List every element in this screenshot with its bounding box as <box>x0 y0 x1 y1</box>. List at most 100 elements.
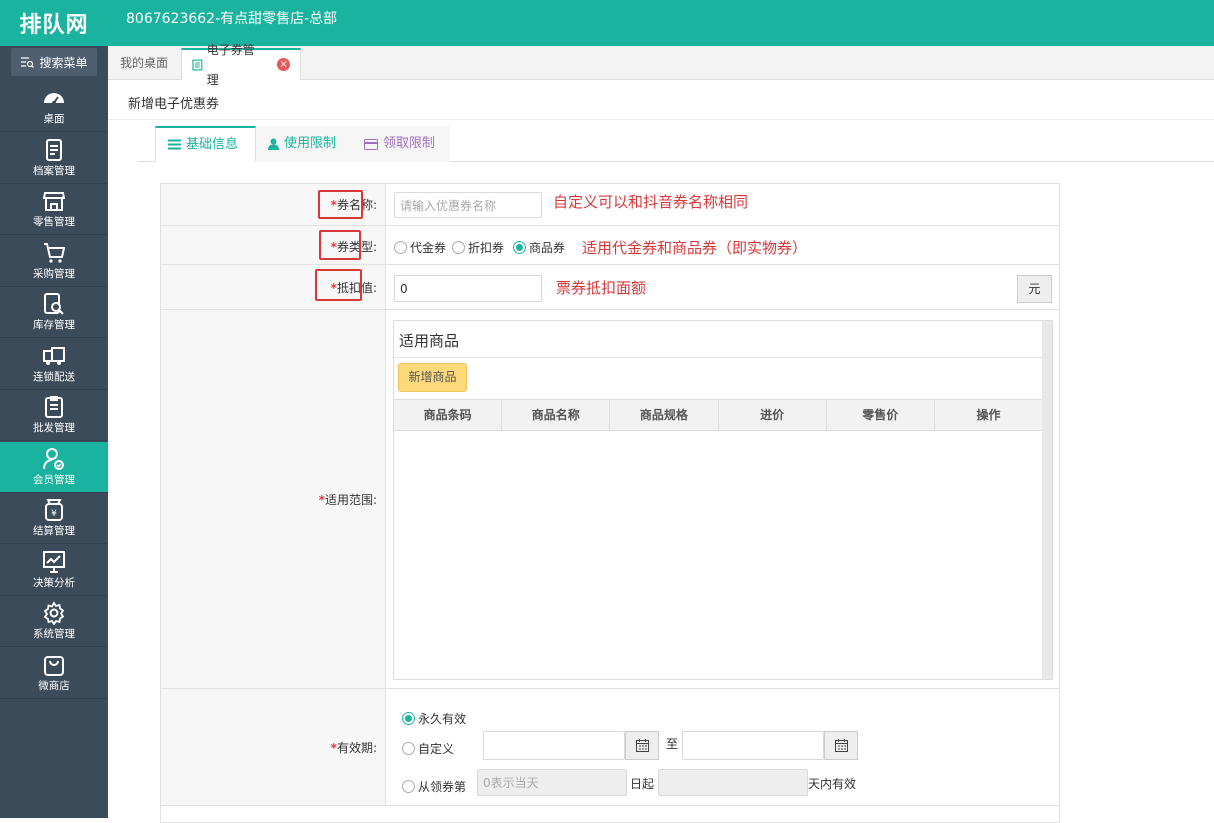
annotation-name: 自定义可以和抖音券名称相同 <box>553 193 749 211</box>
sidebar-item-truck[interactable]: 连锁配送 <box>0 339 108 390</box>
deduct-input[interactable]: 0 <box>394 275 542 302</box>
logo: 排队网 <box>19 13 89 38</box>
radio-circle <box>452 241 465 254</box>
receive-day-input[interactable]: 0表示当天 <box>477 769 627 796</box>
sidebar-item-cart[interactable]: 采购管理 <box>0 236 108 287</box>
sidebar-item-yen[interactable]: ¥ 结算管理 <box>0 493 108 544</box>
form-row-name: *券名称: 请输入优惠券名称 自定义可以和抖音券名称相同 <box>161 184 1059 226</box>
search-menu-button[interactable]: 搜索菜单 <box>11 48 97 76</box>
col-name[interactable]: 商品名称 <box>502 400 611 430</box>
col-action[interactable]: 操作 <box>935 400 1042 430</box>
clipboard-icon <box>42 395 66 419</box>
tab-coupon-label: 电子券管理 <box>206 42 255 87</box>
user-icon <box>268 138 279 150</box>
tab-my-desktop[interactable]: 我的桌面 <box>108 48 180 80</box>
subtab-basic-label: 基础信息 <box>186 136 239 152</box>
col-barcode[interactable]: 商品条码 <box>394 400 503 430</box>
sidebar-item-label: 采购管理 <box>33 267 75 280</box>
tab-bar: 我的桌面 电子券管理 × <box>108 43 1214 87</box>
menu-search-icon <box>21 57 35 68</box>
member-icon <box>42 447 66 471</box>
start-date-input[interactable] <box>483 731 625 760</box>
form-subtabs: 基础信息 使用限制 领取限制 <box>138 126 1214 162</box>
form-row-validity: *有效期: 永久有效 自定义 至 从领券第 0表示当天 日起 天内有效 <box>161 689 1059 806</box>
radio-voucher[interactable]: 代金券 <box>394 239 446 256</box>
card-icon <box>364 138 378 150</box>
end-date-input[interactable] <box>682 731 824 760</box>
cart-icon <box>42 241 66 265</box>
sidebar-item-label: 会员管理 <box>33 473 75 486</box>
form-row-deduct: *抵扣值: 0 票券抵扣面额 元 <box>161 265 1059 310</box>
store-icon <box>42 189 66 213</box>
radio-permanent[interactable]: 永久有效 <box>402 710 466 727</box>
inventory-search-icon <box>42 292 66 316</box>
radio-discount[interactable]: 折扣券 <box>452 239 504 256</box>
sidebar-item-store[interactable]: 零售管理 <box>0 184 108 235</box>
sidebar-item-inventory-search[interactable]: 库存管理 <box>0 287 108 338</box>
divider <box>394 357 1042 358</box>
radio-circle <box>402 712 415 725</box>
sidebar-item-label: 档案管理 <box>33 164 75 177</box>
sidebar-item-bag[interactable]: 微商店 <box>0 648 108 699</box>
sidebar-item-dashboard[interactable]: 桌面 <box>0 81 108 132</box>
sidebar-item-archive[interactable]: 档案管理 <box>0 133 108 184</box>
sidebar-item-gear[interactable]: 系统管理 <box>0 596 108 647</box>
sidebar-item-label: 结算管理 <box>33 525 75 537</box>
valid-days-input[interactable] <box>658 769 808 796</box>
col-retail[interactable]: 零售价 <box>827 400 935 430</box>
radio-from-receive[interactable]: 从领券第 <box>402 778 466 795</box>
label-cell: *有效期: <box>161 689 386 805</box>
chart-icon <box>42 550 66 574</box>
coupon-name-input[interactable]: 请输入优惠券名称 <box>394 192 542 218</box>
scope-label: *适用范围: <box>318 493 377 507</box>
tab-coupon-management[interactable]: 电子券管理 × <box>181 43 301 87</box>
sidebar-item-chart[interactable]: 决策分析 <box>0 545 108 596</box>
scrollbar[interactable] <box>1042 321 1052 679</box>
document-icon <box>192 59 203 70</box>
dashboard-icon <box>42 86 66 110</box>
radio-custom[interactable]: 自定义 <box>402 740 454 757</box>
highlight-box <box>318 190 363 219</box>
sidebar-item-member[interactable]: 会员管理 <box>0 441 108 493</box>
calendar-button-end[interactable] <box>824 731 858 760</box>
calendar-icon <box>834 739 848 752</box>
truck-icon <box>42 344 66 368</box>
sidebar-item-clipboard[interactable]: 批发管理 <box>0 390 108 441</box>
subtab-usage-label: 使用限制 <box>284 136 337 151</box>
sidebar-item-label: 决策分析 <box>33 576 75 589</box>
annotation-deduct: 票券抵扣面额 <box>556 279 647 297</box>
radio-goods-label: 商品券 <box>529 241 566 255</box>
col-spec[interactable]: 商品规格 <box>610 400 719 430</box>
validity-label: *有效期: <box>330 741 377 755</box>
radio-circle <box>402 742 415 755</box>
sidebar-item-label: 批发管理 <box>33 422 75 434</box>
radio-discount-label: 折扣券 <box>468 241 505 255</box>
subtab-receive-limit[interactable]: 领取限制 <box>352 126 450 162</box>
subtab-basic-info[interactable]: 基础信息 <box>155 126 256 162</box>
sidebar-item-label: 库存管理 <box>33 319 75 331</box>
sidebar-item-label: 连锁配送 <box>33 370 75 383</box>
bag-icon <box>42 653 66 677</box>
calendar-button-start[interactable] <box>625 731 659 760</box>
radio-circle <box>394 241 407 254</box>
archive-icon <box>42 138 66 162</box>
radio-goods[interactable]: 商品券 <box>513 239 565 256</box>
sidebar: 搜索菜单 桌面档案管理零售管理采购管理库存管理连锁配送批发管理会员管理 ¥ 结算管理… <box>0 46 108 818</box>
search-menu-label: 搜索菜单 <box>39 55 88 70</box>
gear-icon <box>42 601 66 626</box>
annotation-type: 适用代金券和商品券（即实物券） <box>582 239 808 257</box>
day-from-label: 日起 <box>630 777 655 791</box>
close-icon[interactable]: × <box>277 58 290 71</box>
highlight-box <box>319 230 361 260</box>
col-cost[interactable]: 进价 <box>719 400 827 430</box>
sidebar-item-label: 零售管理 <box>33 216 75 228</box>
label-cell: *适用范围: <box>161 310 386 688</box>
page-title: 新增电子优惠券 <box>128 97 220 112</box>
add-goods-button[interactable]: 新增商品 <box>398 363 467 392</box>
form-row-scope: *适用范围: 适用商品 新增商品 商品条码 商品名称 商品规格 进价 零售价 操… <box>161 310 1059 689</box>
svg-text:¥: ¥ <box>51 509 57 519</box>
subtab-receive-label: 领取限制 <box>383 136 436 151</box>
radio-voucher-label: 代金券 <box>410 241 447 255</box>
highlight-box <box>315 269 362 301</box>
subtab-usage-limit[interactable]: 使用限制 <box>256 126 352 162</box>
